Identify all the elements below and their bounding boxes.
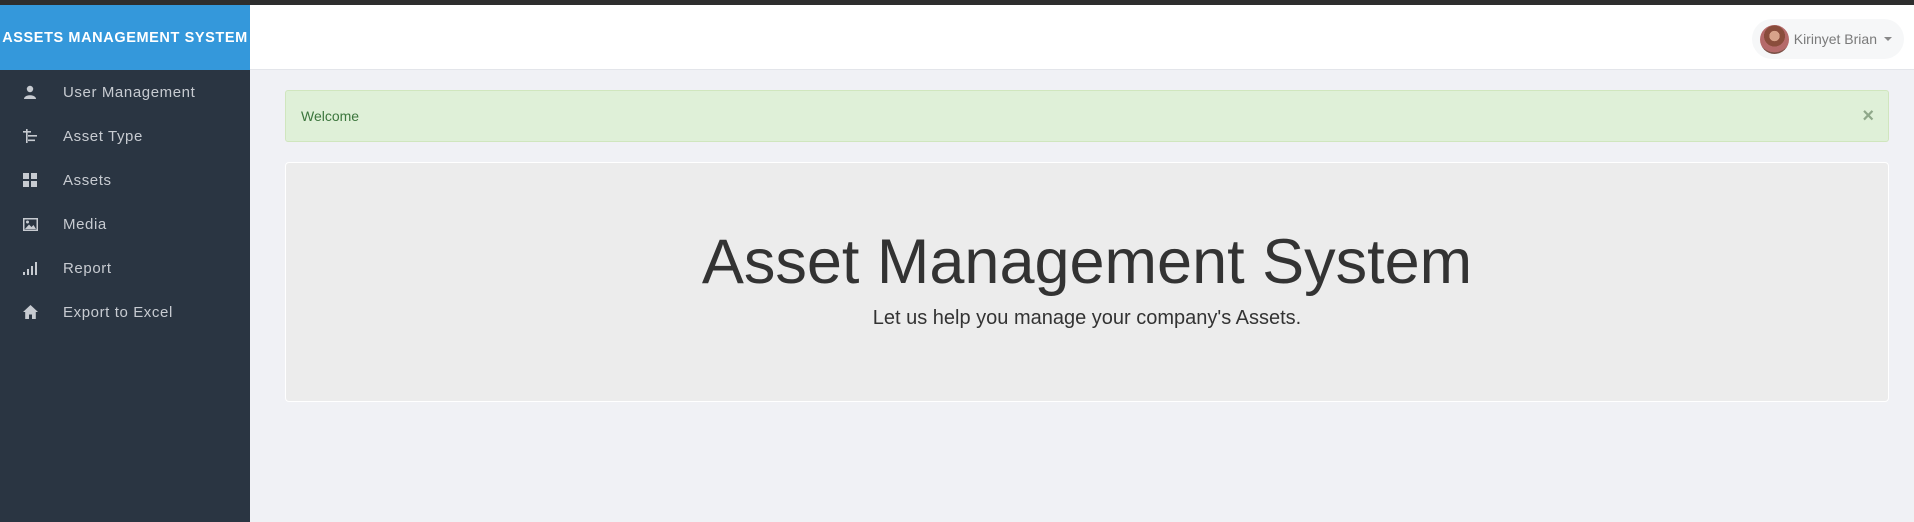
sidebar-item-label: Export to Excel	[63, 303, 173, 321]
page-subtitle: Let us help you manage your company's As…	[872, 307, 1302, 329]
sidebar-item-report[interactable]: Report	[0, 246, 250, 290]
top-navbar: Kirinyet Brian	[250, 5, 1914, 70]
welcome-alert: Welcome ×	[285, 90, 1889, 142]
signal-bars-icon	[21, 259, 39, 277]
sidebar-item-label: Report	[63, 259, 112, 277]
sidebar-item-media[interactable]: Media	[0, 202, 250, 246]
alert-message: Welcome	[301, 108, 360, 124]
home-icon	[21, 303, 39, 321]
hero-panel: Asset Management System Let us help you …	[285, 162, 1889, 402]
sidebar-item-assets[interactable]: Assets	[0, 158, 250, 202]
avatar	[1759, 24, 1789, 54]
sidebar-item-asset-type[interactable]: Asset Type	[0, 114, 250, 158]
close-icon[interactable]: ×	[1862, 104, 1874, 128]
sidebar-item-label: Media	[63, 215, 107, 233]
brand-title[interactable]: ASSETS MANAGEMENT SYSTEM	[0, 5, 250, 70]
sidebar-item-export-to-excel[interactable]: Export to Excel	[0, 290, 250, 334]
page-title: Asset Management System	[701, 227, 1473, 297]
sidebar-item-label: Asset Type	[63, 127, 143, 145]
image-icon	[21, 215, 39, 233]
tree-list-icon	[21, 127, 39, 145]
sidebar: User Management Asset Type Assets Media …	[0, 70, 250, 522]
sidebar-item-label: User Management	[63, 83, 196, 101]
user-name: Kirinyet Brian	[1793, 31, 1877, 47]
main-content: Welcome × Asset Management System Let us…	[285, 90, 1889, 402]
user-menu-dropdown[interactable]: Kirinyet Brian	[1751, 19, 1904, 59]
user-icon	[21, 83, 39, 101]
sidebar-item-label: Assets	[63, 171, 112, 189]
grid-icon	[21, 171, 39, 189]
caret-down-icon	[1884, 37, 1892, 41]
sidebar-item-user-management[interactable]: User Management	[0, 70, 250, 114]
